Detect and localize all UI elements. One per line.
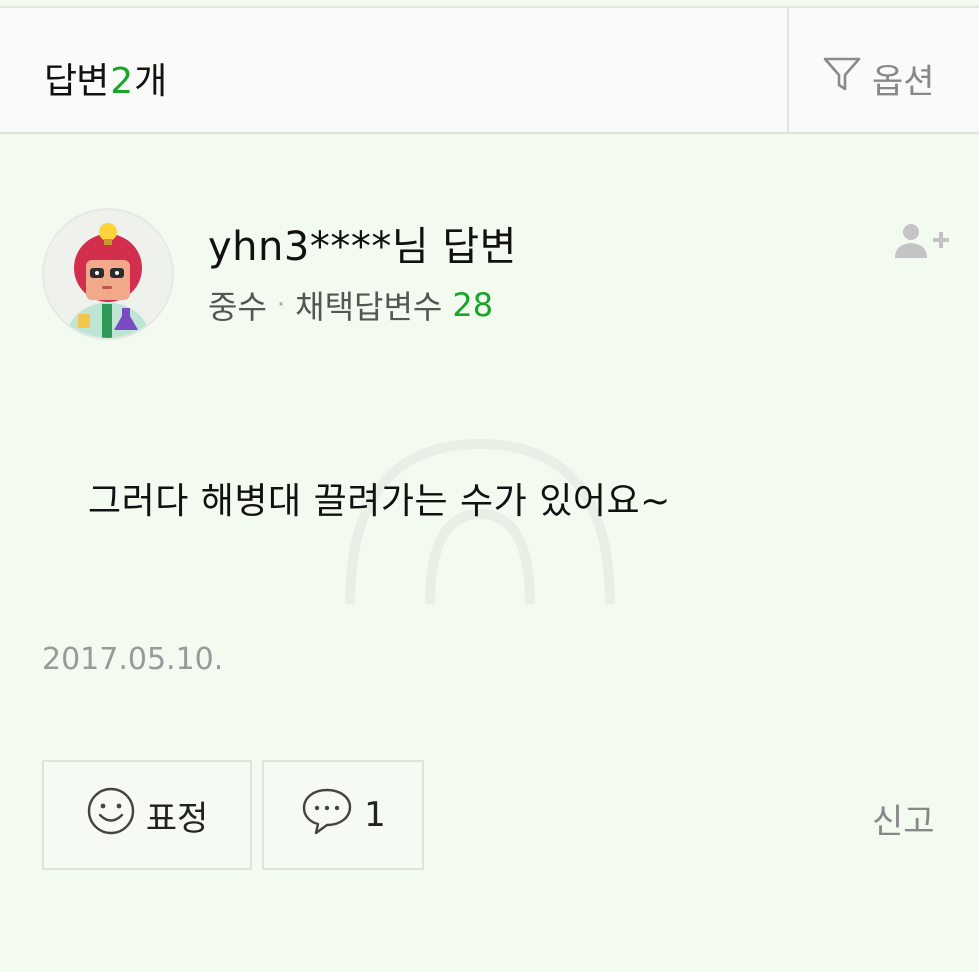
scientist-avatar-icon [66, 223, 150, 338]
adopted-label: 채택답변수 [295, 288, 443, 326]
avatar[interactable] [42, 208, 174, 340]
emotion-label: 표정 [145, 798, 209, 839]
smiley-icon [86, 786, 136, 845]
filter-icon [822, 54, 862, 103]
answer-date: 2017.05.10. [42, 642, 224, 677]
emotion-button[interactable]: 표정 [42, 760, 252, 870]
author-level: 중수 [208, 288, 267, 326]
options-label: 옵션 [872, 62, 935, 102]
comment-count: 1 [364, 795, 386, 835]
adopted-count: 28 [452, 286, 494, 324]
add-user-icon[interactable] [893, 222, 955, 266]
report-link[interactable]: 신고 [872, 794, 935, 843]
author-meta: 중수 · 채택답변수 28 [208, 282, 493, 328]
options-button[interactable]: 옵션 [822, 54, 935, 103]
answers-count: 2 [110, 61, 133, 102]
answers-title-prefix: 답변 [44, 61, 109, 102]
author-name[interactable]: yhn3****님 답변 [208, 214, 517, 272]
answer-body: 그러다 해병대 끌려가는 수가 있어요~ [88, 481, 671, 522]
answer-card: yhn3****님 답변 중수 · 채택답변수 28 그러다 해병대 끌려가는 … [0, 134, 979, 972]
speech-bubble-icon [300, 786, 354, 845]
header-divider [787, 8, 789, 132]
answers-header: 답변 2 개 옵션 [0, 6, 979, 134]
answers-title-suffix: 개 [134, 61, 167, 102]
comment-button[interactable]: 1 [262, 760, 424, 870]
answers-title: 답변 2 개 [44, 52, 167, 104]
meta-separator: · [276, 290, 286, 320]
